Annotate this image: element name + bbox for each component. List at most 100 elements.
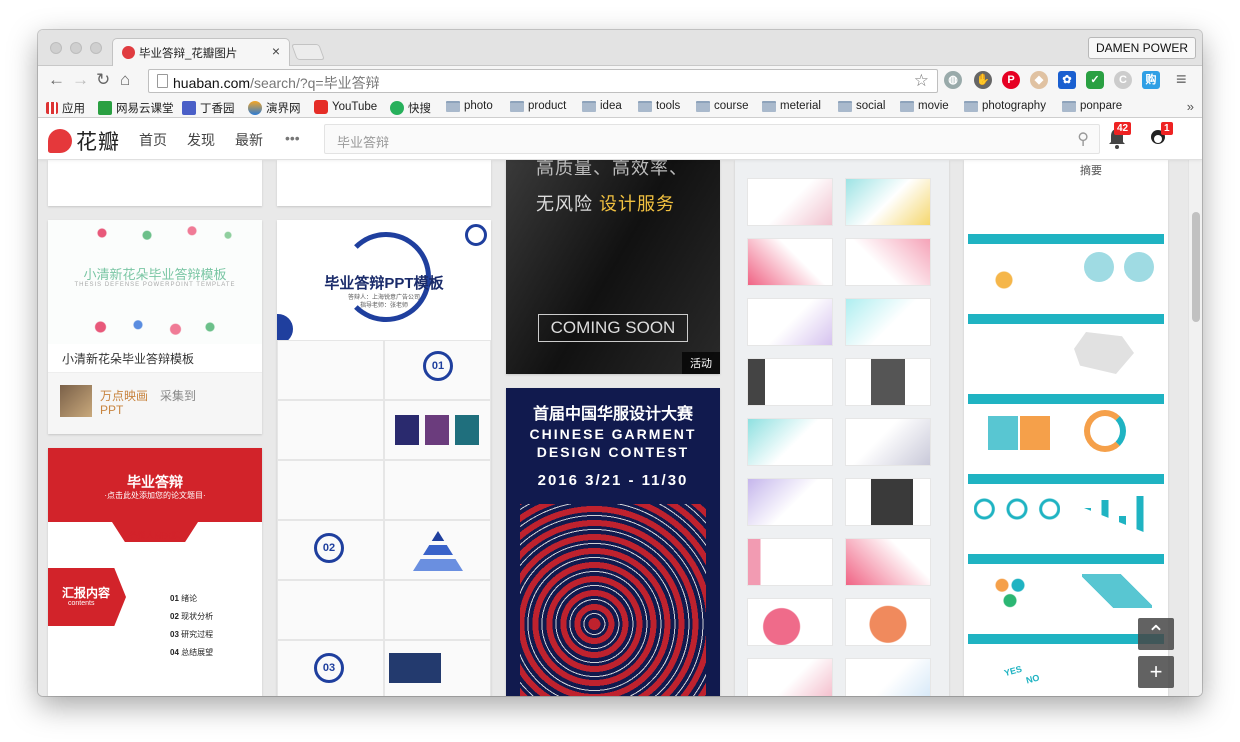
nav-discover[interactable]: 发现	[187, 130, 215, 150]
bookmark-folder-product[interactable]: product	[510, 100, 566, 112]
slide-thumb	[845, 238, 931, 286]
back-arrow-icon[interactable]: ←	[48, 71, 65, 89]
pin-card-slide-collage[interactable]	[735, 160, 949, 696]
reload-icon[interactable]: ↻	[96, 71, 110, 89]
pin-card[interactable]	[277, 160, 491, 206]
bookmark-star-icon[interactable]: ☆	[914, 71, 929, 91]
close-window-icon[interactable]	[50, 42, 62, 54]
address-bar[interactable]: huaban.com/search/?q=毕业答辩 ☆	[148, 69, 938, 93]
teal-band	[968, 474, 1164, 484]
page-icon	[157, 74, 168, 88]
nav-more[interactable]: •••	[285, 130, 300, 146]
folder-icon	[838, 100, 852, 112]
pin-card-garment-contest[interactable]: 首届中国华服设计大赛 CHINESE GARMENT DESIGN CONTES…	[506, 388, 720, 696]
forward-arrow-icon[interactable]: →	[72, 71, 89, 89]
globe-extension-icon[interactable]: ◍	[944, 71, 962, 89]
pin-user[interactable]: 万点映画	[100, 387, 148, 404]
c-extension-icon[interactable]: C	[1114, 71, 1132, 89]
shopping-extension-icon[interactable]: 购	[1142, 71, 1160, 89]
bookmark-folder-course[interactable]: course	[696, 100, 749, 112]
lightbulb-graphic	[984, 260, 1024, 300]
paw-extension-icon[interactable]: ✿	[1058, 71, 1076, 89]
contents-subtitle: contents	[68, 600, 95, 607]
slide-thumb	[747, 538, 833, 586]
coming-soon-button[interactable]: COMING SOON	[538, 314, 688, 342]
pin-card-flower-template[interactable]: 小清新花朵毕业答辩模板 THESIS DEFENSE POWERPOINT TE…	[48, 220, 262, 434]
slide-thumb	[747, 238, 833, 286]
new-tab-button[interactable]	[291, 44, 325, 60]
bookmark-label: course	[714, 100, 749, 112]
slide-thumb	[845, 598, 931, 646]
menu-icon[interactable]: ≡	[1176, 70, 1187, 88]
pin-card-red-template[interactable]: 毕业答辩 ·点击此处添加您的论文题目· 答辩人|研究院 汇报内容 content…	[48, 448, 262, 696]
shield-extension-icon[interactable]: ◆	[1030, 71, 1048, 89]
url-text[interactable]: huaban.com/search/?q=毕业答辩	[173, 73, 380, 93]
messages-button[interactable]: 1	[1148, 122, 1173, 152]
bookmark-yanjie[interactable]: 演界网	[248, 100, 301, 116]
add-pin-button[interactable]: +	[1138, 656, 1174, 688]
home-icon[interactable]: ⌂	[120, 71, 130, 89]
bookmark-kuaisou[interactable]: 快搜	[390, 100, 431, 116]
pin-card-coming-soon[interactable]: 高质量、高效率、 无风险 设计服务 COMING SOON 活动	[506, 160, 720, 374]
no-label: NO	[1024, 672, 1041, 686]
green-shield-extension-icon[interactable]: ✓	[1086, 71, 1104, 89]
contest-artwork	[520, 504, 706, 696]
hand-extension-icon[interactable]: ✋	[974, 71, 992, 89]
bookmark-folder-movie[interactable]: movie	[900, 100, 949, 112]
slide-photo	[395, 415, 419, 445]
search-text: 毕业答辩	[337, 135, 390, 150]
pin-card-blue-template[interactable]: 毕业答辩PPT模板 答辩人：上海锐意广告公司 指导老师：张老师 01 02 03	[277, 220, 491, 696]
browser-tab[interactable]: 毕业答辩_花瓣图片 ×	[112, 38, 290, 66]
bookmark-folder-photography[interactable]: photography	[964, 100, 1046, 112]
bookmark-label: social	[856, 100, 886, 112]
bookmarks-overflow-icon[interactable]: »	[1187, 99, 1194, 114]
tab-close-icon[interactable]: ×	[272, 43, 280, 59]
contest-title-en-2: DESIGN CONTEST	[536, 444, 690, 460]
folder-icon	[510, 100, 524, 112]
profile-button[interactable]: DAMEN POWER	[1087, 37, 1196, 59]
window-controls	[50, 42, 102, 54]
slide-thumb	[845, 298, 931, 346]
slide-thumb	[384, 640, 491, 696]
scroll-to-top-button[interactable]: ⌃	[1138, 618, 1174, 650]
contest-dates: 2016 3/21 - 11/30	[537, 472, 689, 489]
blue-template-title: 毕业答辩PPT模板	[324, 275, 444, 292]
bookmark-folder-idea[interactable]: idea	[582, 100, 622, 112]
pin-card-teal-template[interactable]: 摘要 YES NO	[964, 160, 1168, 696]
url-path: /search/?q=毕业答辩	[250, 75, 380, 91]
slide-thumb	[845, 538, 931, 586]
notifications-button[interactable]: 42	[1106, 122, 1132, 152]
bookmark-folder-photo[interactable]: photo	[446, 100, 493, 112]
search-input[interactable]: 毕业答辩 ⚲	[324, 124, 1100, 154]
minimize-window-icon[interactable]	[70, 42, 82, 54]
bookmark-folder-tools[interactable]: tools	[638, 100, 680, 112]
folder-icon	[446, 100, 460, 112]
tab-title: 毕业答辩_花瓣图片	[139, 48, 238, 60]
pin-card[interactable]	[48, 160, 262, 206]
huaban-logo[interactable]: 花瓣	[48, 126, 120, 156]
bookmark-youtube[interactable]: YouTube	[314, 100, 377, 114]
bookmark-folder-ponpare[interactable]: ponpare	[1062, 100, 1122, 112]
pin-image[interactable]: 小清新花朵毕业答辩模板 THESIS DEFENSE POWERPOINT TE…	[48, 220, 262, 344]
nav-home[interactable]: 首页	[139, 130, 167, 150]
slide-photo	[425, 415, 449, 445]
user-avatar[interactable]	[60, 385, 92, 417]
diamond-graphic	[1082, 574, 1152, 608]
scrollbar-thumb[interactable]	[1192, 212, 1200, 322]
zoom-window-icon[interactable]	[90, 42, 102, 54]
bookmark-apps[interactable]: 应用	[46, 100, 85, 116]
pinterest-extension-icon[interactable]: P	[1002, 71, 1020, 89]
bookmark-folder-meterial[interactable]: meterial	[762, 100, 821, 112]
pin-action: 采集到	[160, 389, 197, 403]
pin-board[interactable]: PPT	[100, 403, 123, 417]
search-icon[interactable]: ⚲	[1077, 129, 1089, 149]
folder-icon	[964, 100, 978, 112]
logo-text: 花瓣	[76, 130, 120, 154]
page-scrollbar[interactable]	[1188, 160, 1202, 696]
slide-thumb	[384, 520, 491, 580]
bookmark-dxy[interactable]: 丁香园	[182, 100, 235, 116]
nav-latest[interactable]: 最新	[235, 130, 263, 150]
bookmark-netease[interactable]: 网易云课堂	[98, 100, 174, 116]
slide-thumb	[277, 460, 384, 520]
bookmark-folder-social[interactable]: social	[838, 100, 885, 112]
